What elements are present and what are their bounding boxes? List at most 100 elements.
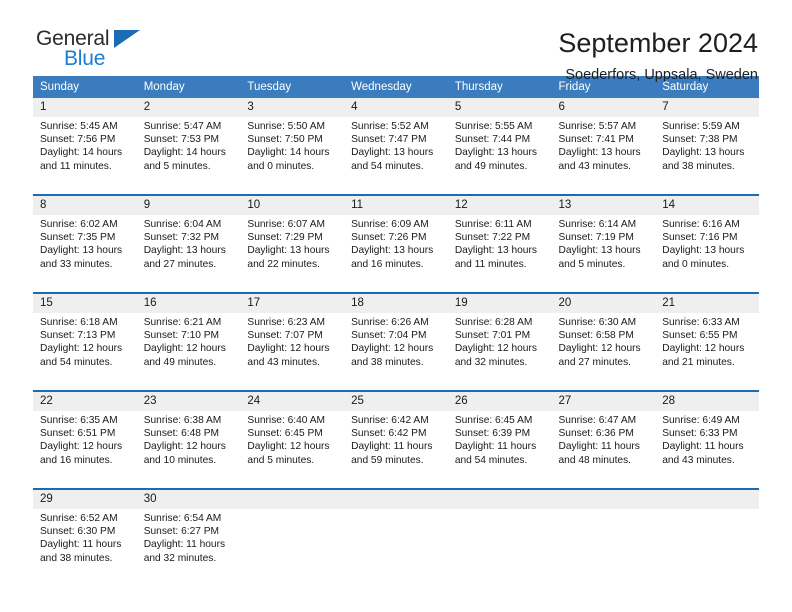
daylight-duration-line2: and 48 minutes. <box>558 454 632 466</box>
sunset-time: Sunset: 7:22 PM <box>454 232 531 244</box>
daylight-duration-line2: and 10 minutes. <box>143 454 217 466</box>
day-detail-cell[interactable]: Sunrise: 6:52 AM Sunset: 6:30 PM Daylight:… <box>33 509 137 586</box>
day-detail-cell[interactable]: Sunrise: 5:57 AM Sunset: 7:41 PM Daylight:… <box>551 117 656 194</box>
sunset-time: Sunset: 7:35 PM <box>40 232 116 244</box>
day-number-cell[interactable]: 16 <box>136 294 241 313</box>
day-detail-cell[interactable]: Sunrise: 6:54 AM Sunset: 6:27 PM Daylight:… <box>136 509 241 586</box>
day-number-cell[interactable]: 1 <box>33 98 137 117</box>
daylight-duration-line1: Daylight: 14 hours <box>247 147 330 159</box>
day-detail-cell[interactable]: Sunrise: 5:45 AM Sunset: 7:56 PM Daylight:… <box>33 117 137 194</box>
day-detail-cell[interactable]: Sunrise: 6:49 AM Sunset: 6:33 PM Daylight:… <box>655 411 759 488</box>
sunrise-time: Sunrise: 6:35 AM <box>40 415 118 426</box>
day-number-cell[interactable]: 23 <box>136 392 241 411</box>
day-detail-cell[interactable]: Sunrise: 6:47 AM Sunset: 6:36 PM Daylight:… <box>551 411 656 488</box>
day-number-cell[interactable]: 17 <box>240 294 345 313</box>
generalblue-logo[interactable]: General Blue <box>33 27 186 77</box>
day-detail-cell[interactable]: Sunrise: 6:02 AM Sunset: 7:35 PM Daylight:… <box>33 215 137 292</box>
sunrise-time: Sunrise: 6:47 AM <box>558 415 637 426</box>
day-detail-cell[interactable]: Sunrise: 6:33 AM Sunset: 6:55 PM Daylight:… <box>655 313 759 390</box>
day-number-cell[interactable]: 15 <box>33 294 137 313</box>
daylight-duration-line1: Daylight: 11 hours <box>454 441 537 453</box>
day-detail-cell[interactable]: Sunrise: 5:50 AM Sunset: 7:50 PM Daylight:… <box>240 117 345 194</box>
day-detail-cell-empty <box>447 509 552 586</box>
sunset-time: Sunset: 7:29 PM <box>247 232 323 244</box>
sunrise-time: Sunrise: 6:09 AM <box>351 219 429 230</box>
day-number-cell[interactable]: 5 <box>447 98 552 117</box>
day-detail-cell[interactable]: Sunrise: 5:55 AM Sunset: 7:44 PM Daylight:… <box>447 117 552 194</box>
day-number-cell[interactable]: 21 <box>655 294 759 313</box>
sunset-time: Sunset: 7:16 PM <box>662 232 738 244</box>
day-number-cell[interactable]: 26 <box>447 392 552 411</box>
day-number-cell[interactable]: 19 <box>447 294 552 313</box>
week-detail-row: Sunrise: 5:45 AM Sunset: 7:56 PM Daylight:… <box>33 117 759 194</box>
day-number-cell[interactable]: 8 <box>33 196 137 215</box>
day-detail-cell[interactable]: Sunrise: 6:11 AM Sunset: 7:22 PM Daylight:… <box>447 215 552 292</box>
daylight-duration-line1: Daylight: 14 hours <box>40 147 123 159</box>
day-number-cell[interactable]: 9 <box>136 196 241 215</box>
day-detail-cell[interactable]: Sunrise: 6:18 AM Sunset: 7:13 PM Daylight:… <box>33 313 137 390</box>
day-detail-cell[interactable]: Sunrise: 6:23 AM Sunset: 7:07 PM Daylight:… <box>240 313 345 390</box>
day-detail-cell[interactable]: Sunrise: 6:30 AM Sunset: 6:58 PM Daylight:… <box>551 313 656 390</box>
sunrise-time: Sunrise: 6:42 AM <box>351 415 429 426</box>
sunset-time: Sunset: 7:01 PM <box>454 330 531 342</box>
day-detail-cell[interactable]: Sunrise: 6:42 AM Sunset: 6:42 PM Daylight:… <box>344 411 448 488</box>
day-detail-cell[interactable]: Sunrise: 6:38 AM Sunset: 6:48 PM Daylight:… <box>136 411 241 488</box>
daylight-duration-line1: Daylight: 11 hours <box>40 539 122 551</box>
day-number-cell-empty <box>655 490 759 509</box>
day-number-cell[interactable]: 20 <box>551 294 656 313</box>
sunset-time: Sunset: 6:51 PM <box>40 428 116 440</box>
day-number-cell[interactable]: 10 <box>240 196 345 215</box>
day-number-cell[interactable]: 2 <box>136 98 241 117</box>
sunset-time: Sunset: 6:48 PM <box>143 428 220 440</box>
day-number-cell[interactable]: 29 <box>33 490 137 509</box>
day-number-cell[interactable]: 12 <box>447 196 552 215</box>
day-number-cell[interactable]: 25 <box>344 392 448 411</box>
day-detail-cell[interactable]: Sunrise: 6:45 AM Sunset: 6:39 PM Daylight:… <box>447 411 552 488</box>
daylight-duration-line2: and 54 minutes. <box>40 356 113 368</box>
daylight-duration-line1: Daylight: 13 hours <box>454 245 537 257</box>
daylight-duration-line1: Daylight: 12 hours <box>454 343 537 355</box>
day-number-cell[interactable]: 24 <box>240 392 345 411</box>
logo-triangle-icon <box>114 30 140 48</box>
day-detail-cell[interactable]: Sunrise: 6:28 AM Sunset: 7:01 PM Daylight:… <box>447 313 552 390</box>
daylight-duration-line2: and 27 minutes. <box>558 356 632 368</box>
day-detail-cell[interactable]: Sunrise: 6:35 AM Sunset: 6:51 PM Daylight:… <box>33 411 137 488</box>
day-number-cell[interactable]: 6 <box>551 98 656 117</box>
day-detail-cell[interactable]: Sunrise: 6:16 AM Sunset: 7:16 PM Daylight:… <box>655 215 759 292</box>
day-detail-cell[interactable]: Sunrise: 6:09 AM Sunset: 7:26 PM Daylight:… <box>344 215 448 292</box>
day-detail-cell[interactable]: Sunrise: 6:40 AM Sunset: 6:45 PM Daylight:… <box>240 411 345 488</box>
daylight-duration-line1: Daylight: 11 hours <box>662 441 744 453</box>
sunset-time: Sunset: 7:41 PM <box>558 134 634 146</box>
sunset-time: Sunset: 7:50 PM <box>247 134 323 146</box>
day-number-cell[interactable]: 30 <box>136 490 241 509</box>
day-detail-cell[interactable]: Sunrise: 5:47 AM Sunset: 7:53 PM Daylight:… <box>136 117 241 194</box>
daylight-duration-line2: and 43 minutes. <box>662 454 735 466</box>
day-number-cell[interactable]: 18 <box>344 294 448 313</box>
daylight-duration-line2: and 33 minutes. <box>40 258 113 270</box>
day-detail-cell[interactable]: Sunrise: 6:04 AM Sunset: 7:32 PM Daylight:… <box>136 215 241 292</box>
daylight-duration-line1: Daylight: 12 hours <box>247 343 330 355</box>
day-detail-cell[interactable]: Sunrise: 5:52 AM Sunset: 7:47 PM Daylight:… <box>344 117 448 194</box>
day-number-cell[interactable]: 4 <box>344 98 448 117</box>
daylight-duration-line1: Daylight: 11 hours <box>558 441 640 453</box>
daylight-duration-line2: and 49 minutes. <box>143 356 217 368</box>
day-detail-cell[interactable]: Sunrise: 6:14 AM Sunset: 7:19 PM Daylight:… <box>551 215 656 292</box>
day-detail-cell[interactable]: Sunrise: 6:07 AM Sunset: 7:29 PM Daylight:… <box>240 215 345 292</box>
sunrise-sunset-calendar-table: Sunday Monday Tuesday Wednesday Thursday… <box>33 76 759 586</box>
sunset-time: Sunset: 7:13 PM <box>40 330 116 342</box>
day-number-cell[interactable]: 13 <box>551 196 656 215</box>
day-number-cell[interactable]: 27 <box>551 392 656 411</box>
day-detail-cell[interactable]: Sunrise: 5:59 AM Sunset: 7:38 PM Daylight:… <box>655 117 759 194</box>
day-number-cell[interactable]: 28 <box>655 392 759 411</box>
day-number-cell[interactable]: 7 <box>655 98 759 117</box>
daylight-duration-line1: Daylight: 12 hours <box>40 441 123 453</box>
day-number-cell[interactable]: 3 <box>240 98 345 117</box>
day-number-cell[interactable]: 11 <box>344 196 448 215</box>
day-number-cell[interactable]: 14 <box>655 196 759 215</box>
day-detail-cell[interactable]: Sunrise: 6:26 AM Sunset: 7:04 PM Daylight:… <box>344 313 448 390</box>
week-daynumber-row: 22 23 24 25 26 27 28 <box>33 392 759 411</box>
day-detail-cell[interactable]: Sunrise: 6:21 AM Sunset: 7:10 PM Daylight:… <box>136 313 241 390</box>
daylight-duration-line2: and 5 minutes. <box>143 160 211 172</box>
day-number-cell[interactable]: 22 <box>33 392 137 411</box>
weekday-header-wednesday: Wednesday <box>344 76 448 98</box>
